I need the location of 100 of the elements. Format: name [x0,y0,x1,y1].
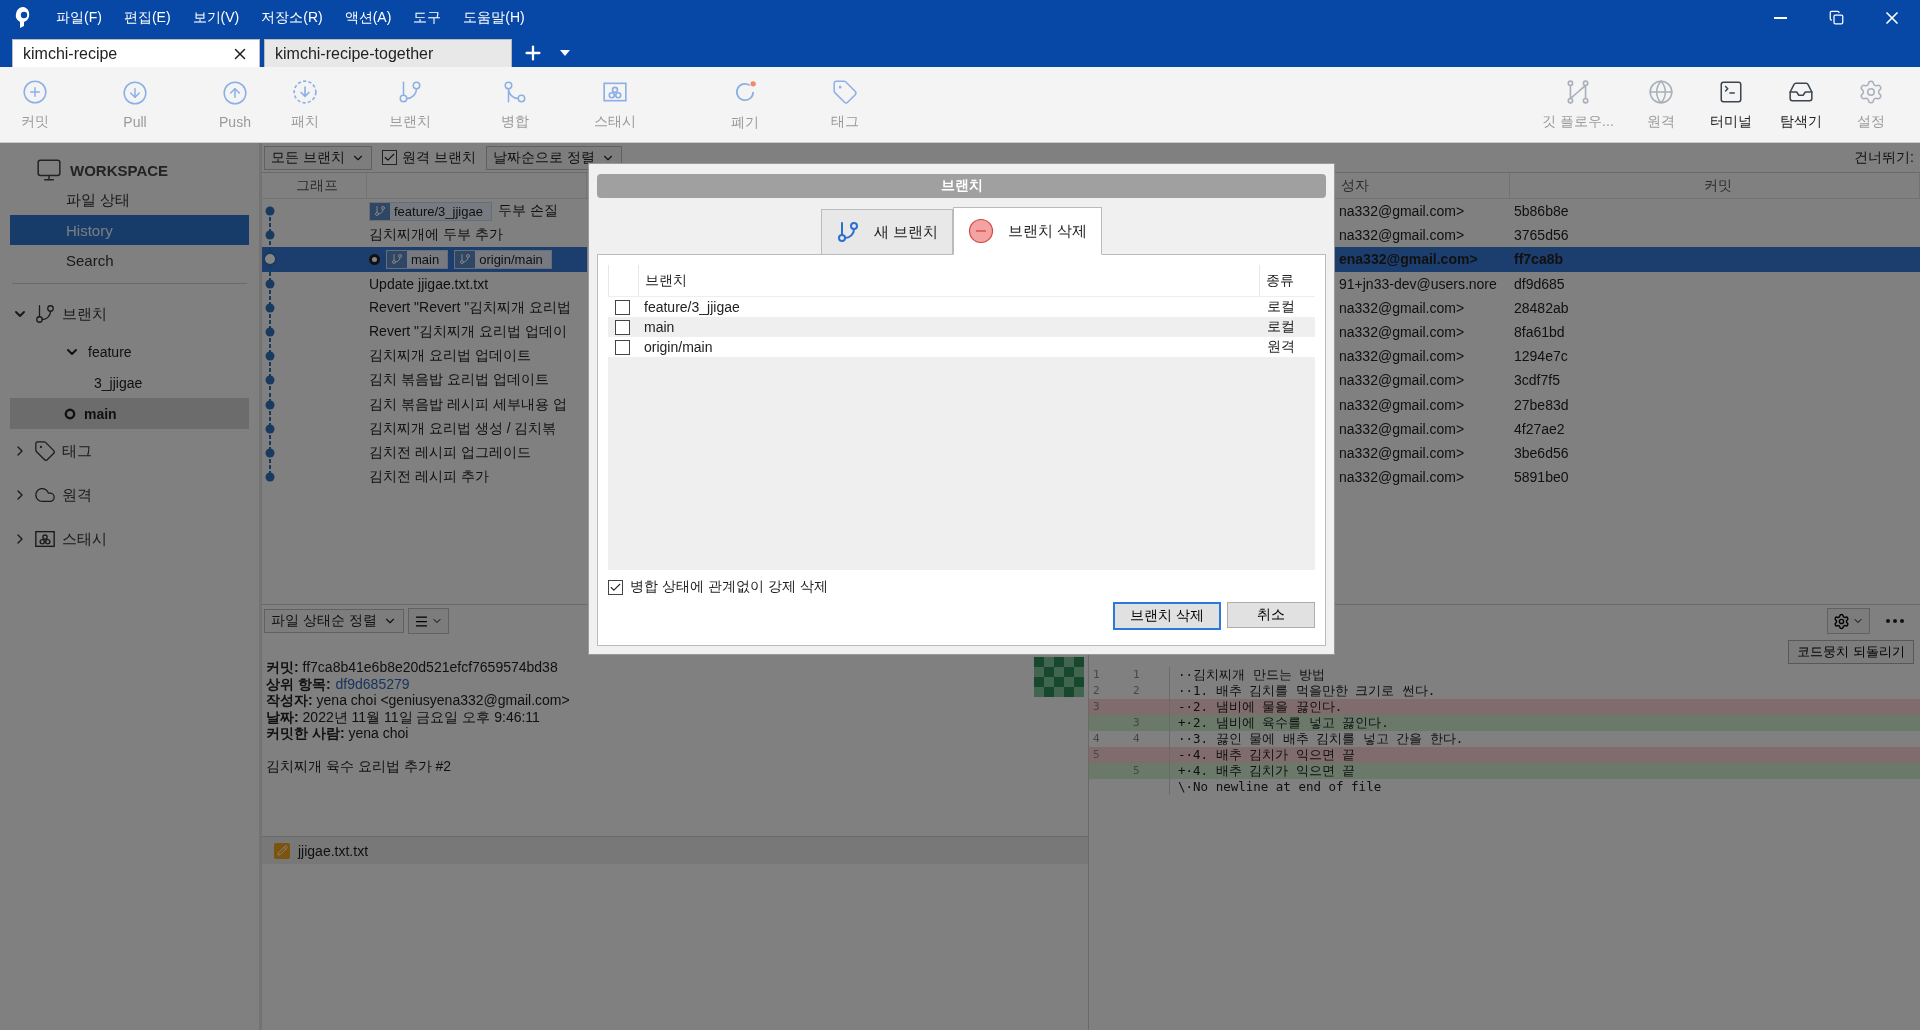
diff-line: \·No newline at end of file [1089,779,1920,795]
commit-message: 김치 볶음밥 요리법 업데이트 [369,371,549,390]
commit-message: 김치찌개 요리법 업데이트 [369,347,531,366]
diff-line: 1 1 ··김치찌개 만드는 방법 [1089,667,1920,683]
tag-icon [832,78,858,105]
commit-row[interactable]: na332@gmail.com> 28482ab [1335,295,1920,320]
commit-row[interactable]: na332@gmail.com> 27be83d [1335,392,1920,417]
toolbar-button[interactable]: 터미널 [1696,67,1766,142]
commit-row[interactable]: na332@gmail.com> 3765d56 [1335,223,1920,248]
commit-row[interactable]: Revert "Revert "김치찌개 요리법 [262,295,587,320]
commit-detail-line: 날짜: 2022년 11월 11일 금요일 오후 9:46:11 [266,708,541,725]
menu-item[interactable]: 도움말(H) [463,8,525,27]
author-cell-text: na332@gmail.com> [1338,227,1466,244]
minimize-icon [1773,16,1787,19]
commit-row[interactable]: 김치찌개 요리법 업데이트 [262,344,587,369]
view-mode-dropdown[interactable] [407,608,449,634]
commit-row[interactable]: 김치 볶음밥 레시피 세부내용 업 [262,392,587,417]
commit-row[interactable]: Revert "김치찌개 요리법 업데이 [262,319,587,345]
author-cell-text: na332@gmail.com> [1338,324,1466,341]
commit-message: Update jjigae.txt.txt [369,275,489,292]
menu-item[interactable]: 액션(A) [344,8,392,27]
flow-icon [1565,78,1591,105]
commit-row[interactable]: 김치 볶음밥 요리법 업데이트 [262,368,587,393]
commit-row[interactable]: 김치전 레시피 추가 [262,465,587,490]
branch-checkbox[interactable] [614,319,630,335]
commit-row[interactable]: na332@gmail.com> 5891be0 [1335,465,1920,490]
commit-row[interactable]: Update jjigae.txt.txt [262,271,587,296]
settings-icon [1833,612,1850,630]
menu-item[interactable]: 편집(E) [123,8,171,27]
commit-message: 김치 볶음밥 레시피 세부내용 업 [369,395,567,414]
caret-down-icon [560,50,570,56]
branch-icon [34,303,56,325]
menu-item[interactable]: 저장소(R) [261,8,323,27]
commit-detail-line: 커밋한 사람: yena choi [266,725,410,742]
remote-branches-checkbox[interactable] [381,150,397,165]
commit-row[interactable]: na332@gmail.com> 1294e7c [1335,344,1920,369]
sidebar-item[interactable]: 파일 상태 [10,185,249,215]
sidebar-section[interactable]: 원격 [0,473,259,517]
commit-message: Revert "김치찌개 요리법 업데이 [369,323,567,342]
dialog-tab[interactable]: 브랜치 삭제 [953,207,1103,255]
branch-icon [374,205,386,218]
repo-tab[interactable]: kimchi-recipe [12,39,260,67]
commit-hash-cell-text: 5b86b8e [1513,203,1570,220]
dialog-button[interactable]: 브랜치 삭제 [1113,602,1221,630]
commit-row[interactable]: na332@gmail.com> 3cdf7f5 [1335,368,1920,393]
parent-commit-link[interactable]: df9d685279 [335,675,410,692]
commit-row[interactable]: na332@gmail.com> 5b86b8e [1335,199,1920,224]
sidebar-section[interactable]: 브랜치 [0,292,259,336]
toolbar-button[interactable]: 탐색기 [1766,67,1836,142]
branch-checkbox[interactable] [614,339,630,355]
force-delete-checkbox[interactable] [608,579,623,595]
branch-tree-item[interactable]: feature [10,336,249,367]
commit-detail-line: 커밋: ff7ca8b41e6b8e20d521efcf7659574bd38 [266,659,559,676]
menu-item[interactable]: 도구 [413,8,442,27]
branch-name: main [643,319,676,335]
branch-name: origin/main [643,339,714,355]
column-header: 종류 [1259,265,1315,296]
sidebar-section[interactable]: 태그 [0,429,259,473]
commit-row[interactable]: 김치전 레시피 업그레이드 [262,440,587,466]
revert-hunk-button[interactable]: 코드뭉치 되돌리기 [1788,640,1914,664]
restore-icon [1828,10,1844,25]
repo-tab[interactable]: kimchi-recipe-together [264,39,512,67]
commit-row[interactable]: na332@gmail.com> 4f27ae2 [1335,416,1920,441]
arrow-up-circle-icon [222,79,248,106]
commit-row[interactable]: 91+jn33-dev@users.nore df9d685 [1335,271,1920,296]
commit-message: 김치전 레시피 추가 [369,468,489,487]
dialog-button[interactable]: 취소 [1227,602,1315,628]
menu-item[interactable]: 파일(F) [56,8,102,27]
detail-label: 상위 항목: [266,675,331,692]
head-marker-icon [369,253,380,265]
dashed-arrow-circle-icon [292,78,318,105]
branch-filter-dropdown[interactable]: 모든 브랜치 [264,145,372,170]
more-icon [1886,619,1904,623]
commit-hash-cell-text: 3be6d56 [1513,444,1570,461]
sidebar-item[interactable]: History [10,215,249,245]
menu-item[interactable]: 보기(V) [192,8,240,27]
branch-checkbox[interactable] [614,299,630,315]
commit-hash-cell-text: 4f27ae2 [1513,420,1566,437]
avatar-icon [1034,657,1084,697]
commit-hash-cell-text: 28482ab [1513,299,1570,316]
branch-label: feature/3_jjigae [369,201,492,221]
author-cell-text: na332@gmail.com> [1338,396,1466,413]
commit-row[interactable]: main origin/main [262,247,587,272]
commit-row[interactable]: 김치찌개에 두부 추가 [262,223,587,248]
branch-tree-item[interactable]: 3_jjigae [10,367,249,398]
file-sort-dropdown[interactable]: 파일 상태순 정렬 [264,609,404,633]
branch-icon [459,253,472,266]
dialog-tab[interactable]: 새 브랜치 [820,209,953,255]
merge-icon [502,78,528,105]
commit-row[interactable]: na332@gmail.com> 3be6d56 [1335,440,1920,466]
commit-row[interactable]: na332@gmail.com> 8fa61bd [1335,319,1920,345]
sidebar-item[interactable]: Search [10,245,249,275]
author-cell-text: na332@gmail.com> [1338,444,1466,461]
branch-icon [397,78,423,105]
branch-tree-item[interactable]: main [10,398,249,429]
commit-row[interactable]: 김치찌개 요리법 생성 / 김치볶 [262,416,587,441]
commit-row[interactable]: feature/3_jjigae 두부 손질 [262,199,587,224]
file-row[interactable]: jjigae.txt.txt [262,837,1088,864]
settings-dropdown[interactable] [1827,608,1870,634]
sidebar-section[interactable]: 스태시 [0,517,259,561]
